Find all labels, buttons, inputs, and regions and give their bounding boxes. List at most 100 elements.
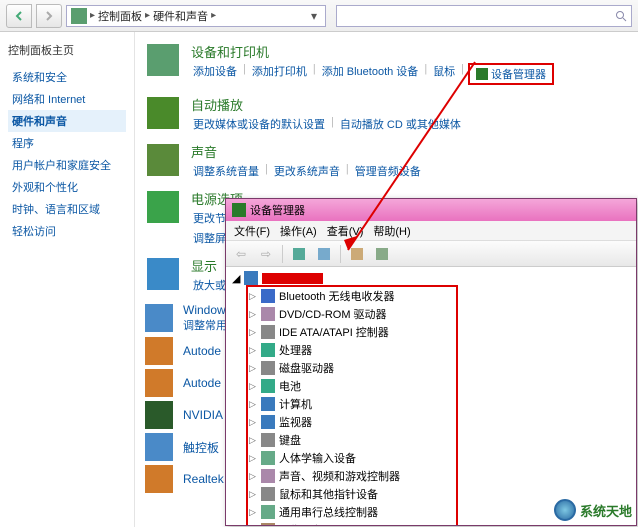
menu-item-1[interactable]: 操作(A) — [276, 222, 321, 240]
partial-row-icon — [145, 304, 173, 332]
partial-row-title[interactable]: Realtek — [183, 472, 224, 486]
breadcrumb[interactable]: ▸ 控制面板 ▸ 硬件和声音 ▸ ▾ — [66, 5, 326, 27]
device-manager-titlebar[interactable]: 设备管理器 — [226, 199, 636, 221]
partial-row-icon — [145, 465, 173, 493]
expand-icon[interactable]: ▷ — [248, 292, 257, 301]
partial-row-title[interactable]: NVIDIA — [183, 408, 223, 422]
power-icon — [145, 189, 181, 225]
nav-back-button[interactable] — [6, 4, 32, 28]
device-manager-title: 设备管理器 — [250, 202, 305, 218]
tree-item-1[interactable]: ▷DVD/CD-ROM 驱动器 — [232, 305, 630, 323]
expand-icon[interactable]: ▷ — [248, 454, 257, 463]
sidebar-item-4[interactable]: 用户帐户和家庭安全 — [8, 154, 126, 176]
breadcrumb-dropdown[interactable]: ▾ — [307, 9, 321, 23]
link-sound-0[interactable]: 调整系统音量 — [191, 163, 261, 179]
sidebar-item-6[interactable]: 时钟、语言和区域 — [8, 198, 126, 220]
link-autoplay-0[interactable]: 更改媒体或设备的默认设置 — [191, 116, 327, 132]
watermark-icon — [554, 499, 576, 521]
nav-forward-button[interactable] — [36, 4, 62, 28]
tree-item-3[interactable]: ▷处理器 — [232, 341, 630, 359]
sound-icon — [145, 142, 181, 178]
tree-item-icon — [261, 451, 275, 465]
link-separator: | — [331, 116, 334, 132]
expand-icon[interactable]: ▷ — [248, 328, 257, 337]
partial-row-title[interactable]: Autode — [183, 344, 221, 358]
sidebar-item-5[interactable]: 外观和个性化 — [8, 176, 126, 198]
chevron-right-icon: ▸ — [145, 10, 150, 21]
expand-icon[interactable]: ▷ — [248, 418, 257, 427]
toolbar-scan-button[interactable] — [346, 244, 368, 264]
link-separator: | — [265, 163, 268, 179]
partial-row-title[interactable]: Autode — [183, 376, 221, 390]
tree-item-5[interactable]: ▷电池 — [232, 377, 630, 395]
tree-root[interactable]: ◢ ■■■■ — [232, 271, 630, 285]
device-manager-menubar: 文件(F)操作(A)查看(V)帮助(H) — [226, 221, 636, 241]
search-icon — [615, 10, 627, 22]
tree-item-4[interactable]: ▷磁盘驱动器 — [232, 359, 630, 377]
expand-icon[interactable]: ▷ — [248, 400, 257, 409]
category-title[interactable]: 声音 — [191, 142, 628, 161]
link-devices-4[interactable]: 设备管理器 — [468, 63, 554, 85]
menu-item-2[interactable]: 查看(V) — [323, 222, 368, 240]
partial-row-title[interactable]: 触控板 — [183, 439, 219, 456]
link-devices-0[interactable]: 添加设备 — [191, 63, 239, 85]
computer-icon — [244, 271, 258, 285]
expand-icon[interactable]: ▷ — [248, 472, 257, 481]
tree-item-8[interactable]: ▷键盘 — [232, 431, 630, 449]
sidebar-item-3[interactable]: 程序 — [8, 132, 126, 154]
link-autoplay-1[interactable]: 自动播放 CD 或其他媒体 — [338, 116, 463, 132]
tree-item-label: 图像设备 — [279, 522, 323, 525]
expand-icon[interactable]: ▷ — [248, 310, 257, 319]
search-input[interactable] — [336, 5, 632, 27]
tree-item-9[interactable]: ▷人体学输入设备 — [232, 449, 630, 467]
menu-item-3[interactable]: 帮助(H) — [369, 222, 414, 240]
toolbar-view-button[interactable] — [313, 244, 335, 264]
link-label: 添加设备 — [193, 66, 237, 78]
category-title[interactable]: 设备和打印机 — [191, 42, 628, 61]
tree-item-6[interactable]: ▷计算机 — [232, 395, 630, 413]
toolbar-forward-button[interactable]: ⇨ — [255, 244, 277, 264]
expand-icon[interactable]: ▷ — [248, 382, 257, 391]
link-sound-2[interactable]: 管理音频设备 — [353, 163, 423, 179]
partial-row-icon — [145, 433, 173, 461]
toolbar-refresh-button[interactable] — [371, 244, 393, 264]
sidebar-item-1[interactable]: 网络和 Internet — [8, 88, 126, 110]
tree-item-2[interactable]: ▷ IDE ATA/ATAPI 控制器 — [232, 323, 630, 341]
device-tree[interactable]: ◢ ■■■■ ▷Bluetooth 无线电收发器▷DVD/CD-ROM 驱动器▷… — [226, 267, 636, 525]
expand-icon[interactable]: ▷ — [248, 346, 257, 355]
breadcrumb-section[interactable]: 硬件和声音 — [153, 8, 208, 24]
tree-item-icon — [261, 469, 275, 483]
tree-item-13[interactable]: ▷图像设备 — [232, 521, 630, 525]
category-links: 调整系统音量|更改系统声音|管理音频设备 — [191, 163, 628, 179]
expand-icon[interactable]: ▷ — [248, 364, 257, 373]
link-devices-3[interactable]: 鼠标 — [431, 63, 457, 85]
link-devices-2[interactable]: 添加 Bluetooth 设备 — [320, 63, 421, 85]
collapse-icon[interactable]: ◢ — [232, 272, 240, 285]
watermark-text: 系统天地 — [580, 501, 632, 520]
expand-icon[interactable]: ▷ — [248, 436, 257, 445]
expand-icon[interactable]: ▷ — [248, 490, 257, 499]
partial-row-icon — [145, 401, 173, 429]
sidebar-item-7[interactable]: 轻松访问 — [8, 220, 126, 242]
link-label: 管理音频设备 — [355, 166, 421, 178]
tree-item-0[interactable]: ▷Bluetooth 无线电收发器 — [232, 287, 630, 305]
tree-item-label: 鼠标和其他指针设备 — [279, 486, 378, 502]
device-manager-icon — [232, 203, 246, 217]
link-devices-1[interactable]: 添加打印机 — [250, 63, 309, 85]
sidebar-item-2[interactable]: 硬件和声音 — [8, 110, 126, 132]
tree-root-label: ■■■■ — [262, 273, 322, 284]
toolbar-properties-button[interactable] — [288, 244, 310, 264]
tree-item-10[interactable]: ▷声音、视频和游戏控制器 — [232, 467, 630, 485]
sidebar-item-0[interactable]: 系统和安全 — [8, 66, 126, 88]
toolbar-back-button[interactable]: ⇦ — [230, 244, 252, 264]
tree-item-7[interactable]: ▷监视器 — [232, 413, 630, 431]
link-sound-1[interactable]: 更改系统声音 — [272, 163, 342, 179]
display-icon — [145, 256, 181, 292]
category-title[interactable]: 自动播放 — [191, 95, 628, 114]
expand-icon[interactable]: ▷ — [248, 508, 257, 517]
menu-item-0[interactable]: 文件(F) — [230, 222, 274, 240]
tree-item-label: IDE ATA/ATAPI 控制器 — [279, 324, 389, 340]
toolbar-separator — [340, 245, 341, 263]
breadcrumb-root[interactable]: 控制面板 — [98, 8, 142, 24]
sidebar-title: 控制面板主页 — [8, 42, 126, 58]
